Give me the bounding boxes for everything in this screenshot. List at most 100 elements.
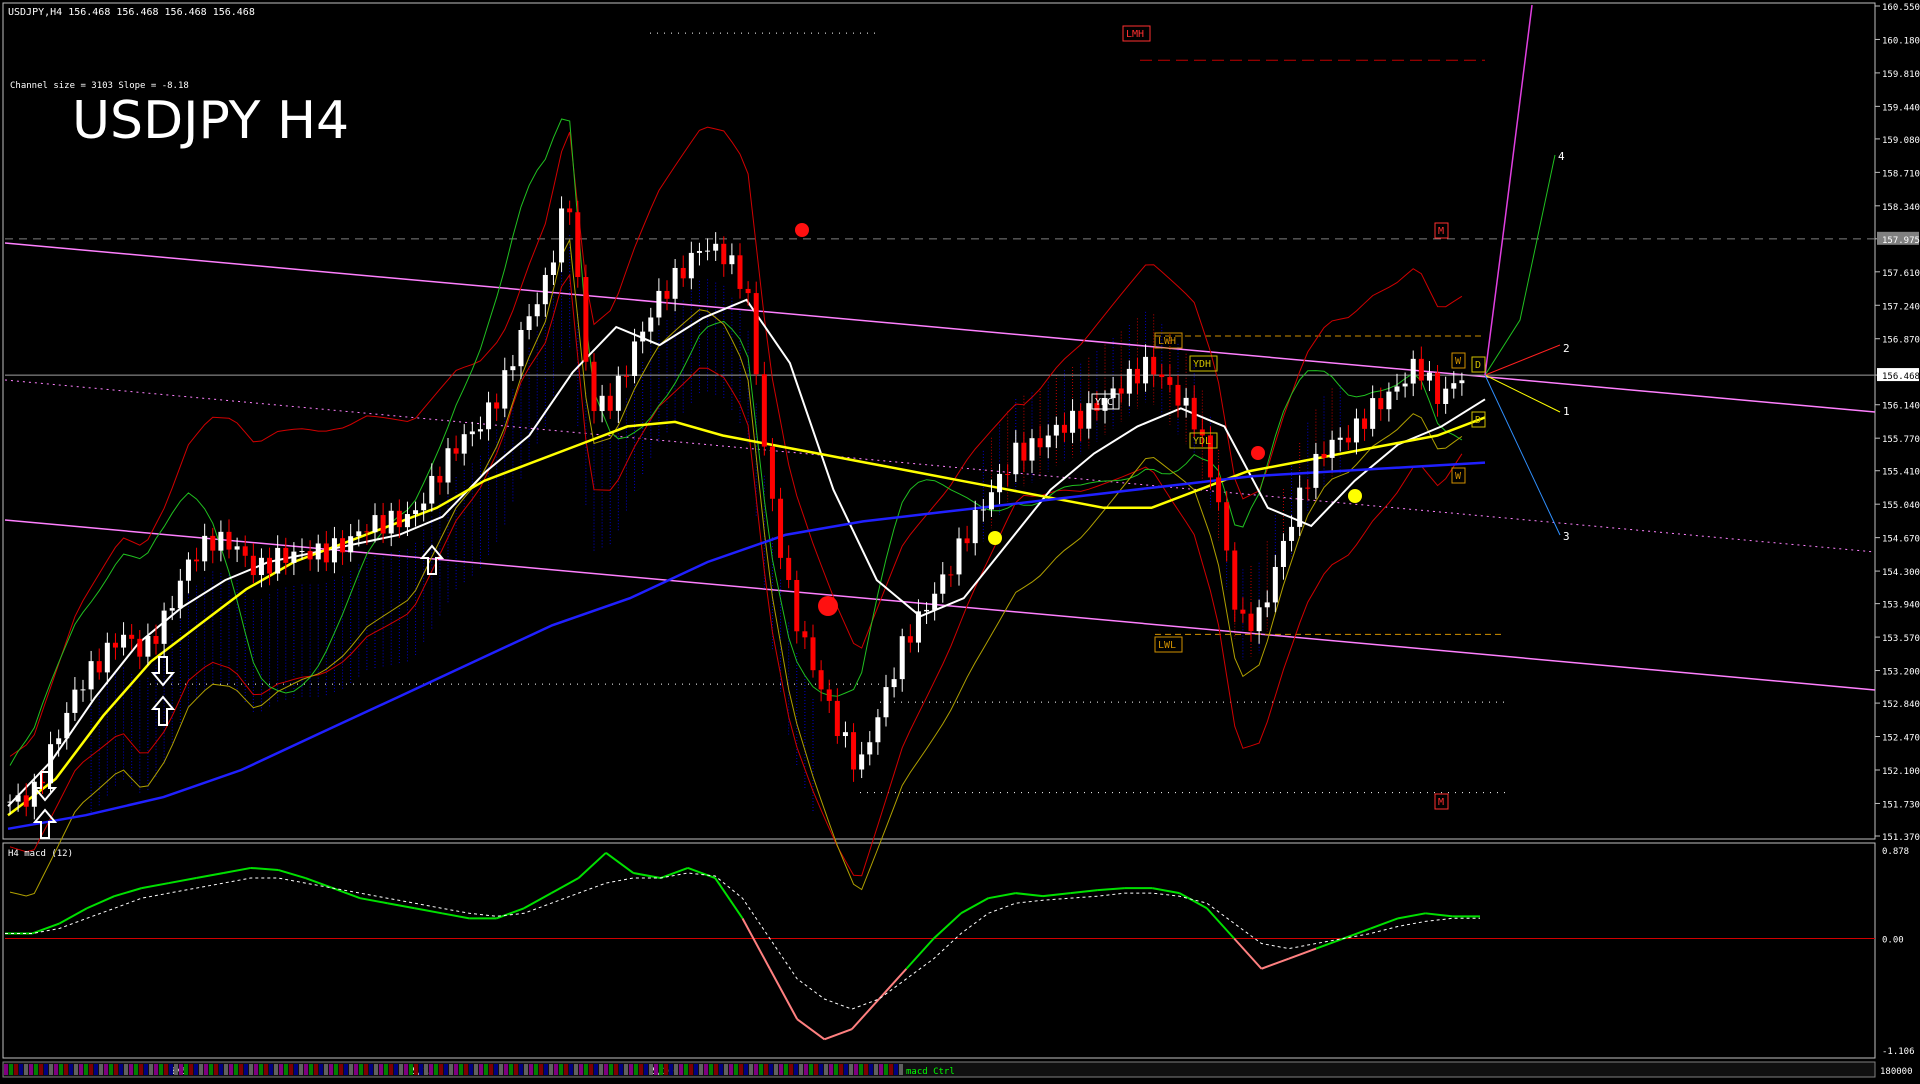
time-scroll-segment [634, 1064, 638, 1075]
candle-body [283, 547, 289, 563]
time-scroll-segment [4, 1064, 8, 1075]
candle-body [794, 579, 800, 632]
time-scroll-segment [24, 1064, 28, 1075]
time-scroll-segment [674, 1064, 678, 1075]
candle-body [1159, 374, 1165, 378]
time-scroll-segment [679, 1064, 683, 1075]
candle-body [1289, 526, 1295, 541]
candle-body [429, 475, 435, 504]
price-tick-label: 155.040 [1882, 501, 1920, 511]
time-scroll-segment [64, 1064, 68, 1075]
time-scroll-segment [99, 1064, 103, 1075]
candle-body [234, 546, 240, 550]
candle-body [1362, 418, 1368, 429]
time-scroll-segment [19, 1064, 23, 1075]
time-scroll-segment [39, 1064, 43, 1075]
candle-body [599, 395, 605, 412]
candle-body [169, 608, 175, 611]
candle-body [915, 611, 921, 643]
candle-body [615, 375, 621, 411]
time-scroll-segment [184, 1064, 188, 1075]
candle-body [1272, 566, 1278, 603]
candle-body [964, 538, 970, 544]
time-scroll-segment [159, 1064, 163, 1075]
candle-body [980, 509, 986, 511]
candle-body [851, 732, 857, 770]
projection-label: 1 [1563, 405, 1570, 418]
time-scroll-segment [229, 1064, 233, 1075]
symbol-info: USDJPY,H4 156.468 156.468 156.468 156.46… [8, 7, 255, 18]
candle-body [340, 538, 346, 553]
candle-body [891, 679, 897, 688]
time-scroll-segment [344, 1064, 348, 1075]
candle-body [1224, 502, 1230, 551]
time-scroll-segment [59, 1064, 63, 1075]
time-scroll-segment [849, 1064, 853, 1075]
candle-body [356, 531, 362, 537]
candle-body [461, 434, 467, 454]
time-scroll-segment [549, 1064, 553, 1075]
macd-ctrl-label[interactable]: macd Ctrl [906, 1067, 955, 1077]
time-scroll-segment [859, 1064, 863, 1075]
candle-body [153, 635, 159, 644]
candle-body [1037, 438, 1043, 448]
candle-body [818, 670, 824, 690]
candle-body [226, 531, 232, 550]
candle-body [364, 531, 370, 533]
candle-body [867, 742, 873, 755]
candle-body [1029, 438, 1035, 461]
time-scroll-segment [164, 1064, 168, 1075]
candle-body [1394, 386, 1400, 392]
candle-body [1426, 372, 1432, 381]
candle-body [1013, 442, 1019, 475]
time-scroll-segment [809, 1064, 813, 1075]
candle-body [1329, 439, 1335, 458]
price-tick-label: 152.100 [1882, 767, 1920, 777]
time-scroll-segment [699, 1064, 703, 1075]
candle-body [388, 510, 394, 534]
candle-body [1386, 391, 1392, 410]
candle-body [1305, 487, 1311, 489]
time-scroll-segment [614, 1064, 618, 1075]
candle-body [23, 795, 29, 807]
projection-label: 3 [1563, 530, 1570, 543]
candle-body [1005, 473, 1011, 475]
candle-body [469, 431, 475, 435]
time-scroll-segment [469, 1064, 473, 1075]
candle-body [769, 446, 775, 499]
time-scroll-segment [149, 1064, 153, 1075]
time-scroll-segment [764, 1064, 768, 1075]
macd-axis-label: 0.00 [1882, 936, 1904, 946]
time-scroll-segment [374, 1064, 378, 1075]
time-scroll-segment [889, 1064, 893, 1075]
candle-body [1216, 477, 1222, 503]
time-scroll-segment [684, 1064, 688, 1075]
time-scroll-segment [669, 1064, 673, 1075]
candle-body [1297, 487, 1303, 527]
time-scroll-segment [289, 1064, 293, 1075]
chart-title: USDJPY H4 [72, 91, 349, 151]
price-tick-label: 156.140 [1882, 402, 1920, 412]
candle-body [323, 543, 329, 563]
time-scroll-segment [304, 1064, 308, 1075]
candle-body [477, 429, 483, 432]
time-scroll-segment [174, 1064, 178, 1075]
candle-body [510, 366, 516, 371]
time-scroll-segment [364, 1064, 368, 1075]
time-scroll-segment [244, 1064, 248, 1075]
candle-body [31, 781, 37, 807]
projection-label: 4 [1558, 150, 1565, 163]
candle-body [1435, 372, 1441, 404]
time-scroll-segment [579, 1064, 583, 1075]
time-scroll-segment [619, 1064, 623, 1075]
candle-body [1378, 398, 1384, 410]
price-tick-label: 154.670 [1882, 535, 1920, 545]
time-scroll-segment [369, 1064, 373, 1075]
time-scroll-segment [429, 1064, 433, 1075]
candle-body [1151, 356, 1157, 375]
time-scroll-segment [744, 1064, 748, 1075]
time-scroll-segment [414, 1064, 418, 1075]
price-tick-label: 157.240 [1882, 302, 1920, 312]
time-scroll-segment [434, 1064, 438, 1075]
level-box-label: D [1475, 360, 1481, 371]
